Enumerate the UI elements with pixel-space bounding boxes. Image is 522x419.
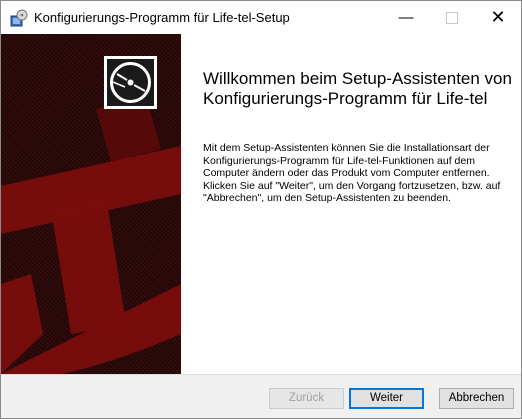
- welcome-description: Mit dem Setup-Assistenten können Sie die…: [203, 142, 501, 204]
- minimize-button[interactable]: —: [383, 1, 429, 34]
- button-bar: Zurück Weiter Abbrechen: [1, 374, 521, 418]
- cancel-button[interactable]: Abbrechen: [439, 388, 514, 409]
- anchor-art: [1, 56, 181, 374]
- wizard-content: Willkommen beim Setup-Assistenten von Ko…: [181, 34, 521, 374]
- maximize-button[interactable]: [429, 1, 475, 34]
- next-button[interactable]: Weiter: [349, 388, 424, 409]
- installer-app-icon: [10, 9, 28, 27]
- disc-install-icon: [104, 56, 157, 109]
- title-bar[interactable]: Konfigurierungs-Programm für Life-tel-Se…: [1, 1, 521, 34]
- setup-window: Konfigurierungs-Programm für Life-tel-Se…: [0, 0, 522, 419]
- close-button[interactable]: ✕: [475, 1, 521, 34]
- wizard-banner: [1, 34, 181, 374]
- window-title: Konfigurierungs-Programm für Life-tel-Se…: [34, 10, 290, 25]
- back-button[interactable]: Zurück: [269, 388, 344, 409]
- maximize-icon: [446, 12, 458, 25]
- anchor-shank-shape: [51, 196, 126, 334]
- welcome-heading: Willkommen beim Setup-Assistenten von Ko…: [203, 69, 512, 108]
